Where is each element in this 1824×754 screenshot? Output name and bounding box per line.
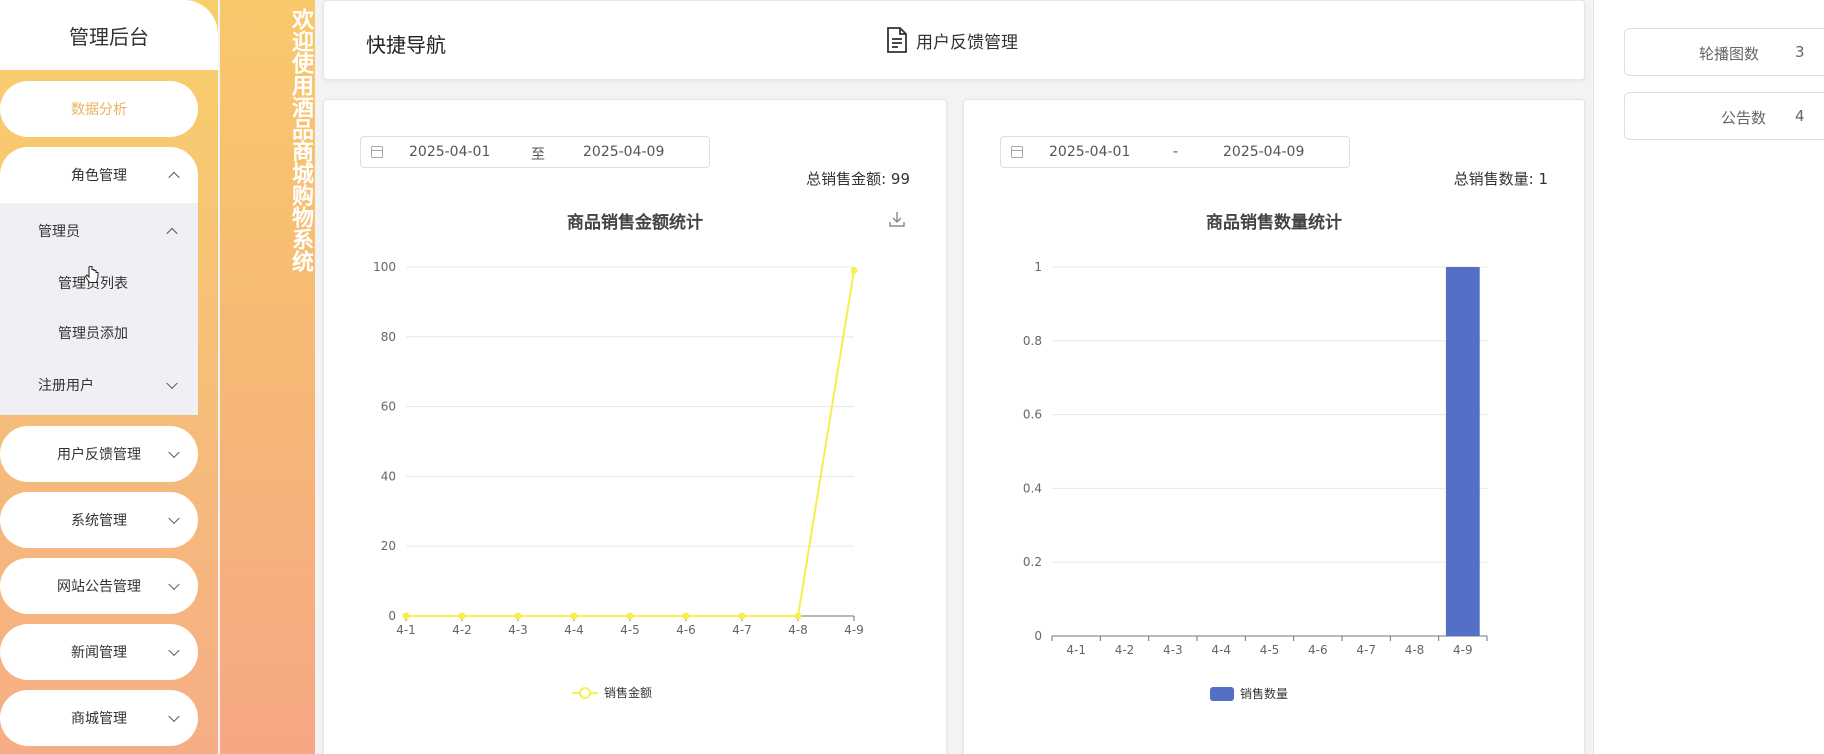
sidebar-item-label: 新闻管理 xyxy=(71,645,127,661)
line-chart: 0 20 40 60 80 100 4-1 4-2 4-3 4-4 4-5 4-6 4-7 4-8 4-9 销… xyxy=(373,260,864,700)
y-tick-label: 80 xyxy=(381,330,396,344)
sidebar-item-notice[interactable]: 网站公告管理 xyxy=(0,558,198,614)
sidebar-item-role-management[interactable]: 角色管理 xyxy=(0,147,198,203)
quick-nav-link-label: 用户反馈管理 xyxy=(916,32,1018,53)
x-tick-label: 4-8 xyxy=(788,623,808,637)
hand-cursor-icon xyxy=(84,266,99,283)
stats-panel: 轮播图数 3 公告数 4 xyxy=(1593,0,1824,754)
submenu-item-label: 管理员添加 xyxy=(58,326,128,342)
y-tick-label: 0.4 xyxy=(1023,481,1042,495)
y-tick-label: 0.6 xyxy=(1023,408,1042,422)
data-point xyxy=(570,612,578,620)
x-tick-label: 4-9 xyxy=(1453,643,1473,657)
data-point xyxy=(402,612,410,620)
x-tick-label: 4-2 xyxy=(1115,643,1135,657)
sidebar-item-feedback[interactable]: 用户反馈管理 xyxy=(0,426,198,482)
welcome-text: 欢迎使用酒品商城购物系统 xyxy=(288,8,313,272)
sidebar-item-label: 商城管理 xyxy=(71,711,127,727)
x-tick-label: 4-5 xyxy=(620,623,640,637)
series-line xyxy=(406,270,855,617)
x-tick-label: 4-2 xyxy=(452,623,472,637)
sidebar-item-label: 角色管理 xyxy=(71,168,127,184)
stat-label: 公告数 xyxy=(1721,109,1767,127)
data-point xyxy=(682,612,690,620)
legend-label: 销售金额 xyxy=(604,685,652,700)
submenu-group-label: 管理员 xyxy=(38,224,80,240)
sales-amount-card: 2025-04-01 至 2025-04-09 总销售金额: 99 商品销售金额… xyxy=(323,99,947,754)
notice-count-box: 公告数 4 xyxy=(1624,92,1824,140)
quick-nav-card: 快捷导航 用户反馈管理 xyxy=(323,0,1585,80)
data-point xyxy=(794,612,802,620)
role-submenu: 管理员 管理员列表 管理员添加 注册用户 xyxy=(0,203,198,415)
x-tick-label: 4-6 xyxy=(676,623,696,637)
y-tick-label: 0.2 xyxy=(1023,555,1042,569)
carousel-count-box: 轮播图数 3 xyxy=(1624,28,1824,76)
legend-swatch xyxy=(1210,687,1234,701)
sidebar-item-shop[interactable]: 商城管理 xyxy=(0,690,198,746)
sidebar-title: 管理后台 xyxy=(0,0,218,70)
quick-nav-title: 快捷导航 xyxy=(366,33,446,57)
y-tick-label: 0.8 xyxy=(1023,334,1042,348)
stat-value: 4 xyxy=(1795,107,1805,125)
submenu-group-registered-users[interactable]: 注册用户 xyxy=(0,361,198,409)
y-tick-label: 40 xyxy=(381,469,396,483)
data-point xyxy=(850,266,858,274)
sidebar-item-label: 网站公告管理 xyxy=(57,579,141,595)
stat-label: 轮播图数 xyxy=(1699,45,1760,63)
y-tick-label: 0 xyxy=(388,609,396,623)
x-tick-label: 4-4 xyxy=(1211,643,1231,657)
document-icon xyxy=(887,27,907,53)
x-tick-label: 4-7 xyxy=(732,623,752,637)
submenu-item-admin-add[interactable]: 管理员添加 xyxy=(0,309,198,357)
submenu-group-label: 注册用户 xyxy=(38,378,94,394)
stat-value: 3 xyxy=(1795,43,1805,61)
data-point xyxy=(458,612,466,620)
sales-count-card: 2025-04-01 - 2025-04-09 总销售数量: 1 商品销售数量统… xyxy=(963,99,1585,754)
chevron-down-icon xyxy=(166,377,178,390)
x-tick-label: 4-9 xyxy=(844,623,864,637)
x-tick-label: 4-1 xyxy=(1066,643,1086,657)
bar xyxy=(1445,267,1480,636)
y-tick-label: 1 xyxy=(1034,260,1042,274)
x-tick-label: 4-4 xyxy=(564,623,584,637)
sidebar-item-data-analysis[interactable]: 数据分析 xyxy=(0,81,198,137)
quick-nav-feedback-link[interactable]: 用户反馈管理 xyxy=(886,27,1018,53)
sidebar: 管理后台 数据分析 角色管理 管理员 管理员列表 管理员添加 注册用户 用户反馈… xyxy=(0,0,218,754)
bar-chart: 0 0.2 0.4 0.6 0.8 1 4-1 4-2 4-3 4-4 4-5 4-6 4-7 4-8 4-… xyxy=(1023,260,1488,701)
x-tick-label: 4-3 xyxy=(1163,643,1183,657)
x-tick-label: 4-3 xyxy=(508,623,528,637)
x-tick-label: 4-5 xyxy=(1260,643,1280,657)
data-point xyxy=(514,612,522,620)
welcome-banner: 欢迎使用酒品商城购物系统 xyxy=(220,0,315,754)
submenu-group-admin[interactable]: 管理员 xyxy=(0,207,198,255)
sidebar-item-label: 数据分析 xyxy=(71,102,127,118)
x-tick-label: 4-6 xyxy=(1308,643,1328,657)
x-tick-label: 4-8 xyxy=(1405,643,1425,657)
y-tick-label: 0 xyxy=(1034,629,1042,643)
x-tick-label: 4-7 xyxy=(1356,643,1376,657)
y-tick-label: 20 xyxy=(381,539,396,553)
sidebar-item-label: 系统管理 xyxy=(71,513,127,529)
y-tick-label: 60 xyxy=(381,400,396,414)
data-point xyxy=(738,612,746,620)
legend-marker xyxy=(579,687,591,699)
chevron-up-icon xyxy=(166,227,178,240)
sidebar-item-label: 用户反馈管理 xyxy=(57,447,141,463)
sidebar-item-news[interactable]: 新闻管理 xyxy=(0,624,198,680)
x-tick-label: 4-1 xyxy=(396,623,416,637)
legend-label: 销售数量 xyxy=(1240,686,1288,701)
data-point xyxy=(626,612,634,620)
sidebar-item-system[interactable]: 系统管理 xyxy=(0,492,198,548)
y-tick-label: 100 xyxy=(373,260,396,274)
